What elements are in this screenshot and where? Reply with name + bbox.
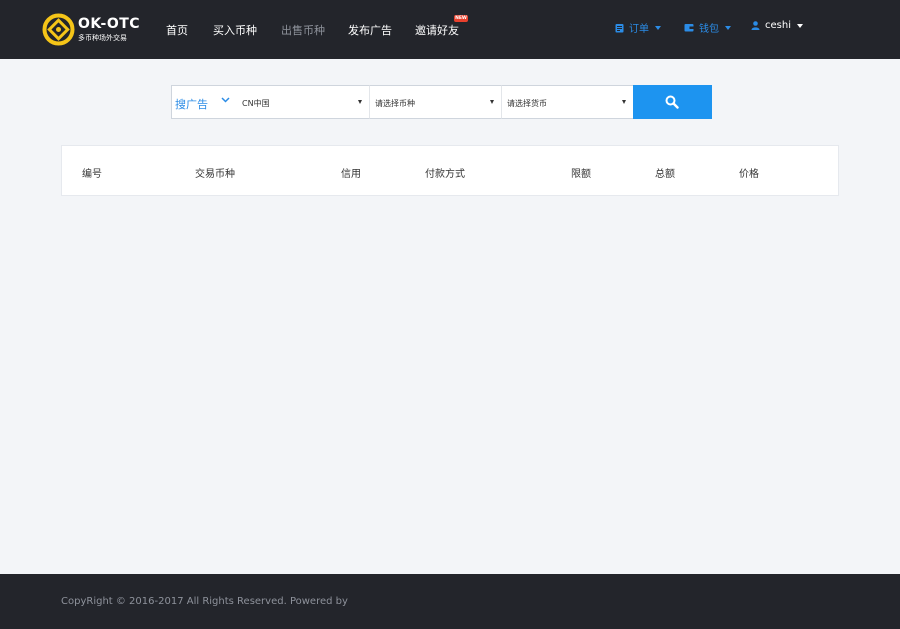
country-select[interactable]: CN中国 — [237, 85, 370, 119]
chevron-down-icon — [221, 97, 230, 103]
orders-menu[interactable]: 订单 — [615, 20, 661, 35]
copyright-text: CopyRight © 2016-2017 All Rights Reserve… — [61, 596, 348, 607]
country-value: CN中国 — [242, 99, 270, 108]
wallet-menu[interactable]: 钱包 — [684, 20, 731, 35]
col-header-coin: 交易币种 — [195, 169, 235, 180]
brand-logo[interactable]: OK-OTC 多币种场外交易 — [42, 13, 141, 47]
nav-invite[interactable]: 邀请好友 — [415, 22, 459, 38]
col-header-price: 价格 — [739, 169, 759, 180]
currency-select[interactable]: 请选择货币 — [502, 85, 634, 119]
ads-table: 编号 交易币种 信用 付款方式 限额 总额 价格 — [61, 145, 839, 196]
col-header-id: 编号 — [82, 169, 102, 180]
search-icon — [665, 95, 679, 109]
col-header-total: 总额 — [655, 169, 675, 180]
col-header-payment: 付款方式 — [425, 169, 465, 180]
currency-placeholder: 请选择货币 — [507, 99, 547, 108]
dropdown-arrow-icon — [622, 100, 626, 104]
coin-placeholder: 请选择币种 — [375, 99, 415, 108]
page-footer: CopyRight © 2016-2017 All Rights Reserve… — [0, 574, 900, 629]
coin-select[interactable]: 请选择币种 — [370, 85, 502, 119]
search-button[interactable] — [633, 85, 712, 119]
search-type-label: 搜广告 — [175, 98, 208, 111]
nav-home[interactable]: 首页 — [166, 22, 188, 38]
dropdown-arrow-icon — [490, 100, 494, 104]
wallet-icon — [684, 24, 694, 32]
ad-search-bar: 搜广告 CN中国 请选择币种 请选择货币 — [171, 85, 712, 119]
wallet-label: 钱包 — [699, 24, 719, 35]
new-badge: NEW — [454, 15, 468, 22]
nav-post-ad[interactable]: 发布广告 — [348, 22, 392, 38]
logo-mark-icon — [42, 13, 75, 46]
nav-sell[interactable]: 出售币种 — [281, 22, 325, 38]
col-header-credit: 信用 — [341, 169, 361, 180]
chevron-down-icon — [655, 25, 661, 30]
col-header-limit: 限额 — [571, 169, 591, 180]
top-header: OK-OTC 多币种场外交易 首页 买入币种 出售币种 发布广告 邀请好友 NE… — [0, 0, 900, 59]
orders-icon — [615, 23, 624, 32]
user-menu[interactable]: ceshi — [751, 20, 803, 31]
dropdown-arrow-icon — [358, 100, 362, 104]
chevron-down-icon — [725, 25, 731, 30]
nav-buy[interactable]: 买入币种 — [213, 22, 257, 38]
brand-name: OK-OTC — [78, 16, 141, 32]
orders-label: 订单 — [629, 24, 649, 35]
user-icon — [751, 21, 760, 30]
brand-tagline: 多币种场外交易 — [78, 34, 127, 42]
chevron-down-icon — [796, 23, 803, 28]
search-type-select[interactable]: 搜广告 — [171, 85, 239, 119]
user-name: ceshi — [765, 20, 791, 31]
